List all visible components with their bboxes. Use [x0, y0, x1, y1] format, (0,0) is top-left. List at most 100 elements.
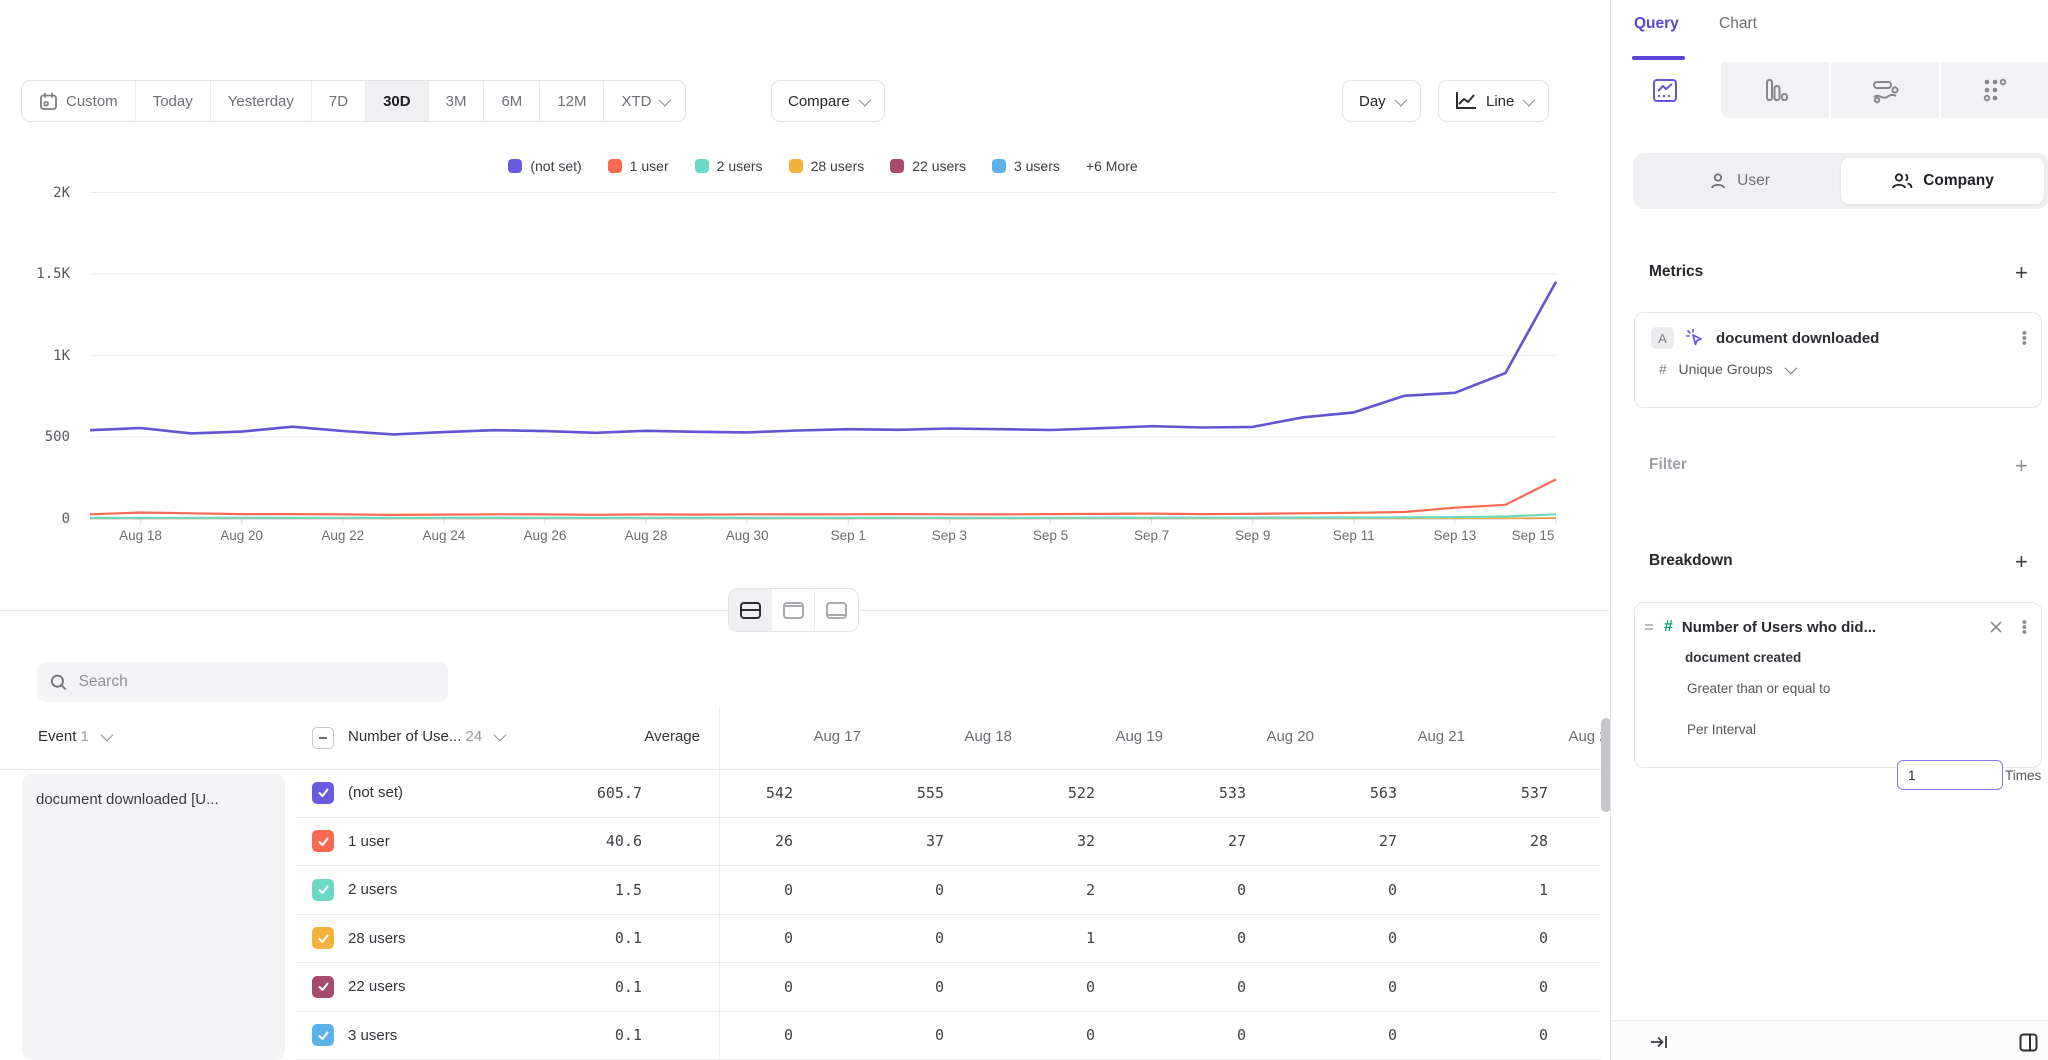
row-value: 27 [1140, 832, 1291, 850]
row-value: 32 [989, 832, 1140, 850]
split-view-icon [740, 602, 761, 619]
series-(not set) [90, 282, 1556, 435]
row-average: 605.7 [528, 784, 642, 802]
event-name-cell[interactable]: document downloaded [U... [22, 774, 285, 1060]
average-column-header: Average [560, 728, 700, 745]
table-row[interactable]: 1 user40.6263732272728 [296, 818, 1601, 867]
x-tick-label: Sep 11 [1333, 528, 1375, 543]
filter-heading: Filter [1649, 456, 1687, 474]
row-value: 0 [1442, 929, 1593, 947]
breakdown-count-input[interactable] [1897, 760, 2003, 790]
tab-chart[interactable]: Chart [1719, 15, 1757, 33]
row-label: (not set) [348, 784, 528, 801]
x-tick-label: Sep 9 [1235, 528, 1270, 543]
row-checkbox[interactable] [312, 976, 334, 998]
x-tick-label: Sep 15 [1512, 528, 1555, 543]
scope-user-option[interactable]: User [1638, 158, 1841, 204]
row-value: 0 [1291, 929, 1442, 947]
check-icon [317, 883, 330, 896]
table-row[interactable]: 28 users0.1001000 [296, 915, 1601, 964]
search-input[interactable] [79, 673, 435, 691]
x-tick-label: Aug 18 [119, 528, 162, 543]
row-value: 37 [838, 832, 989, 850]
scope-company-label: Company [1923, 172, 1994, 190]
collapse-panel-icon[interactable] [1649, 1034, 1669, 1050]
row-checkbox[interactable] [312, 1024, 334, 1046]
date-column-header: Aug 21 [1359, 728, 1510, 745]
metric-menu-kebab-icon[interactable]: ••• [2022, 331, 2027, 346]
table-row[interactable]: 3 users0.1000000 [296, 1012, 1601, 1060]
row-value: 1 [1442, 881, 1593, 899]
chevron-down-icon [494, 729, 507, 742]
breakdown-menu-kebab-icon[interactable]: ••• [2022, 620, 2027, 635]
row-value: 522 [989, 784, 1140, 802]
top-pane-icon [783, 602, 804, 619]
row-value: 0 [1140, 929, 1291, 947]
table-row[interactable]: (not set)605.7542555522533563537 [296, 769, 1601, 818]
chart-type-flow-button[interactable] [1829, 62, 1939, 118]
row-checkbox[interactable] [312, 879, 334, 901]
breakdown-card[interactable]: # Number of Users who did... ••• documen… [1634, 602, 2042, 768]
add-metric-button[interactable]: + [2015, 260, 2028, 286]
row-label: 22 users [348, 978, 528, 995]
check-icon [317, 980, 330, 993]
metric-card[interactable]: A document downloaded ••• # Unique Group… [1634, 312, 2042, 408]
breakdown-condition[interactable]: Greater than or equal to [1687, 681, 1830, 696]
row-value: 0 [1140, 978, 1291, 996]
split-panel-icon[interactable] [2019, 1033, 2038, 1052]
add-breakdown-button[interactable]: + [2015, 549, 2028, 575]
x-tick-label: Aug 28 [625, 528, 668, 543]
scope-company-option[interactable]: Company [1841, 158, 2044, 204]
date-column-header: Aug 19 [1057, 728, 1208, 745]
layout-split-button[interactable] [729, 589, 772, 631]
row-checkbox[interactable] [312, 782, 334, 804]
series-1 user [90, 479, 1556, 515]
event-cursor-icon [1685, 328, 1705, 348]
row-value: 533 [1140, 784, 1291, 802]
hash-icon: # [1659, 362, 1667, 377]
dots-grid-icon [1981, 76, 2009, 104]
line-chart [0, 0, 1610, 560]
close-icon[interactable] [1989, 620, 2003, 634]
row-checkbox[interactable] [312, 830, 334, 852]
users-column-header[interactable]: Number of Use... 24 [348, 728, 503, 745]
row-value: 0 [1442, 1026, 1593, 1044]
table-row[interactable]: 22 users0.1000000 [296, 963, 1601, 1012]
row-value: 1 [989, 929, 1140, 947]
line-chart-icon [1651, 76, 1679, 104]
row-value: 0 [838, 978, 989, 996]
chart-type-bar-button[interactable] [1719, 62, 1829, 118]
row-value: 0 [1140, 881, 1291, 899]
row-value: 0 [687, 929, 838, 947]
table-body: (not set)605.75425555225335635371 user40… [296, 769, 1601, 1060]
add-filter-button[interactable]: + [2015, 453, 2028, 479]
row-value: 2 [989, 881, 1140, 899]
row-value: 26 [687, 832, 838, 850]
search-box[interactable] [37, 662, 448, 702]
chart-type-selector [1611, 62, 2048, 118]
drag-handle-icon[interactable] [1643, 621, 1655, 633]
row-value: 0 [838, 881, 989, 899]
scope-user-label: User [1737, 172, 1770, 190]
event-column-header[interactable]: Event 1 [38, 728, 110, 745]
layout-chart-only-button[interactable] [772, 589, 815, 631]
date-column-header: Aug 17 [755, 728, 906, 745]
row-checkbox[interactable] [312, 927, 334, 949]
aggregation-selector[interactable]: Unique Groups [1679, 361, 1773, 377]
select-all-checkbox[interactable] [312, 727, 334, 749]
check-icon [317, 835, 330, 848]
metric-name: document downloaded [1716, 330, 2011, 347]
chart-type-line-button[interactable] [1611, 62, 1719, 118]
panel-footer [1611, 1020, 2048, 1060]
x-tick-label: Aug 20 [220, 528, 263, 543]
row-value: 0 [1442, 978, 1593, 996]
x-tick-label: Aug 30 [726, 528, 769, 543]
table-row[interactable]: 2 users1.5002001 [296, 866, 1601, 915]
tab-query[interactable]: Query [1634, 15, 1679, 33]
breakdown-title: Number of Users who did... [1682, 619, 1980, 636]
row-value: 0 [838, 1026, 989, 1044]
row-value: 0 [989, 978, 1140, 996]
layout-table-only-button[interactable] [815, 589, 858, 631]
chart-type-more-button[interactable] [1939, 62, 2048, 118]
row-value: 0 [1291, 881, 1442, 899]
